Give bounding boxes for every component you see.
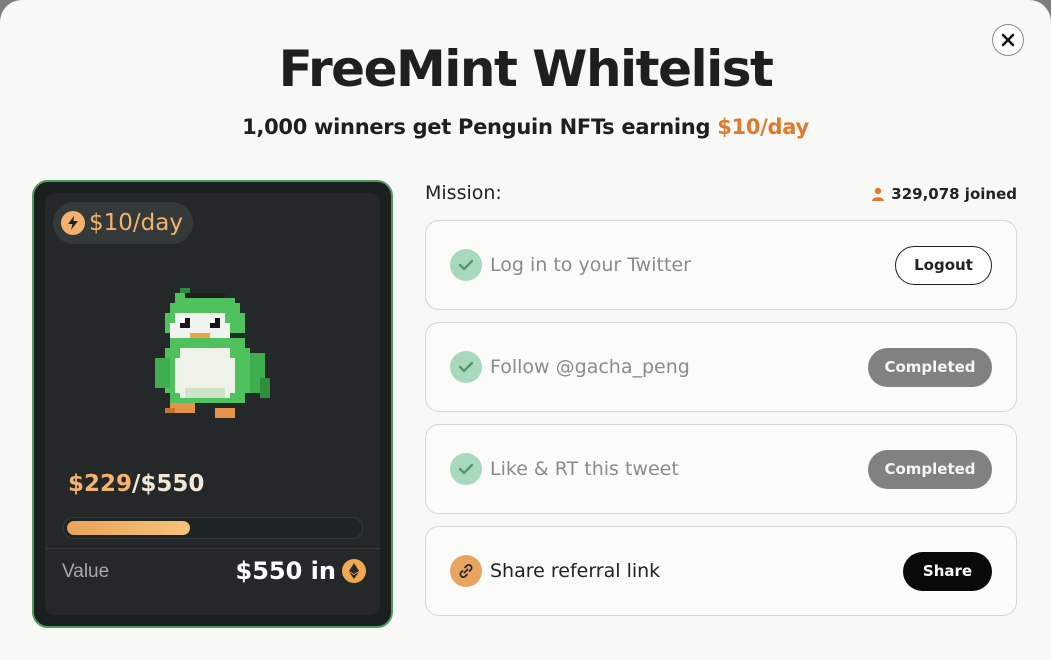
- progress-bar: [63, 517, 363, 539]
- value-label: Value: [62, 561, 110, 582]
- check-icon: [450, 453, 482, 485]
- task-twitter-login: Log in to your Twitter Logout: [425, 220, 1017, 310]
- check-icon: [450, 249, 482, 281]
- link-icon: [450, 555, 482, 587]
- user-icon: [872, 187, 885, 201]
- mission-label: Mission:: [425, 182, 502, 204]
- whitelist-modal: FreeMint Whitelist 1,000 winners get Pen…: [0, 0, 1051, 660]
- task-label: Like & RT this tweet: [490, 458, 679, 480]
- share-button[interactable]: Share: [903, 551, 992, 591]
- value-amount: $550 in: [236, 557, 366, 585]
- task-label: Log in to your Twitter: [490, 254, 691, 276]
- completed-button[interactable]: Completed: [868, 347, 992, 387]
- check-icon: [450, 351, 482, 383]
- progress-total: $550: [140, 471, 205, 497]
- page-subtitle: 1,000 winners get Penguin NFTs earning $…: [0, 115, 1051, 139]
- progress-bar-fill: [67, 521, 190, 535]
- completed-button[interactable]: Completed: [868, 449, 992, 489]
- nft-card: $10/day $229/$550 Value $550 in: [32, 180, 393, 628]
- rate-badge: $10/day: [53, 202, 193, 244]
- logout-button[interactable]: Logout: [895, 245, 992, 285]
- task-like-rt: Like & RT this tweet Completed: [425, 424, 1017, 514]
- rate-text: $10/day: [89, 210, 183, 236]
- task-label: Share referral link: [490, 560, 661, 582]
- progress-current: $229: [68, 471, 133, 497]
- progress-text: $229/$550: [68, 471, 204, 497]
- bolt-icon: [61, 211, 85, 235]
- subtitle-highlight: $10/day: [717, 115, 809, 139]
- eth-icon: [342, 559, 366, 583]
- joined-text: 329,078 joined: [891, 185, 1017, 203]
- task-follow: Follow @gacha_peng Completed: [425, 322, 1017, 412]
- nft-card-inner: $10/day $229/$550 Value $550 in: [45, 193, 380, 615]
- task-share-referral: Share referral link Share: [425, 526, 1017, 616]
- task-label: Follow @gacha_peng: [490, 356, 690, 378]
- card-divider: [45, 548, 380, 549]
- penguin-nft-image: [155, 288, 270, 418]
- joined-count: 329,078 joined: [871, 185, 1017, 203]
- page-title: FreeMint Whitelist: [278, 40, 774, 98]
- subtitle-text: 1,000 winners get Penguin NFTs earning: [242, 115, 718, 139]
- value-amount-text: $550 in: [235, 557, 336, 585]
